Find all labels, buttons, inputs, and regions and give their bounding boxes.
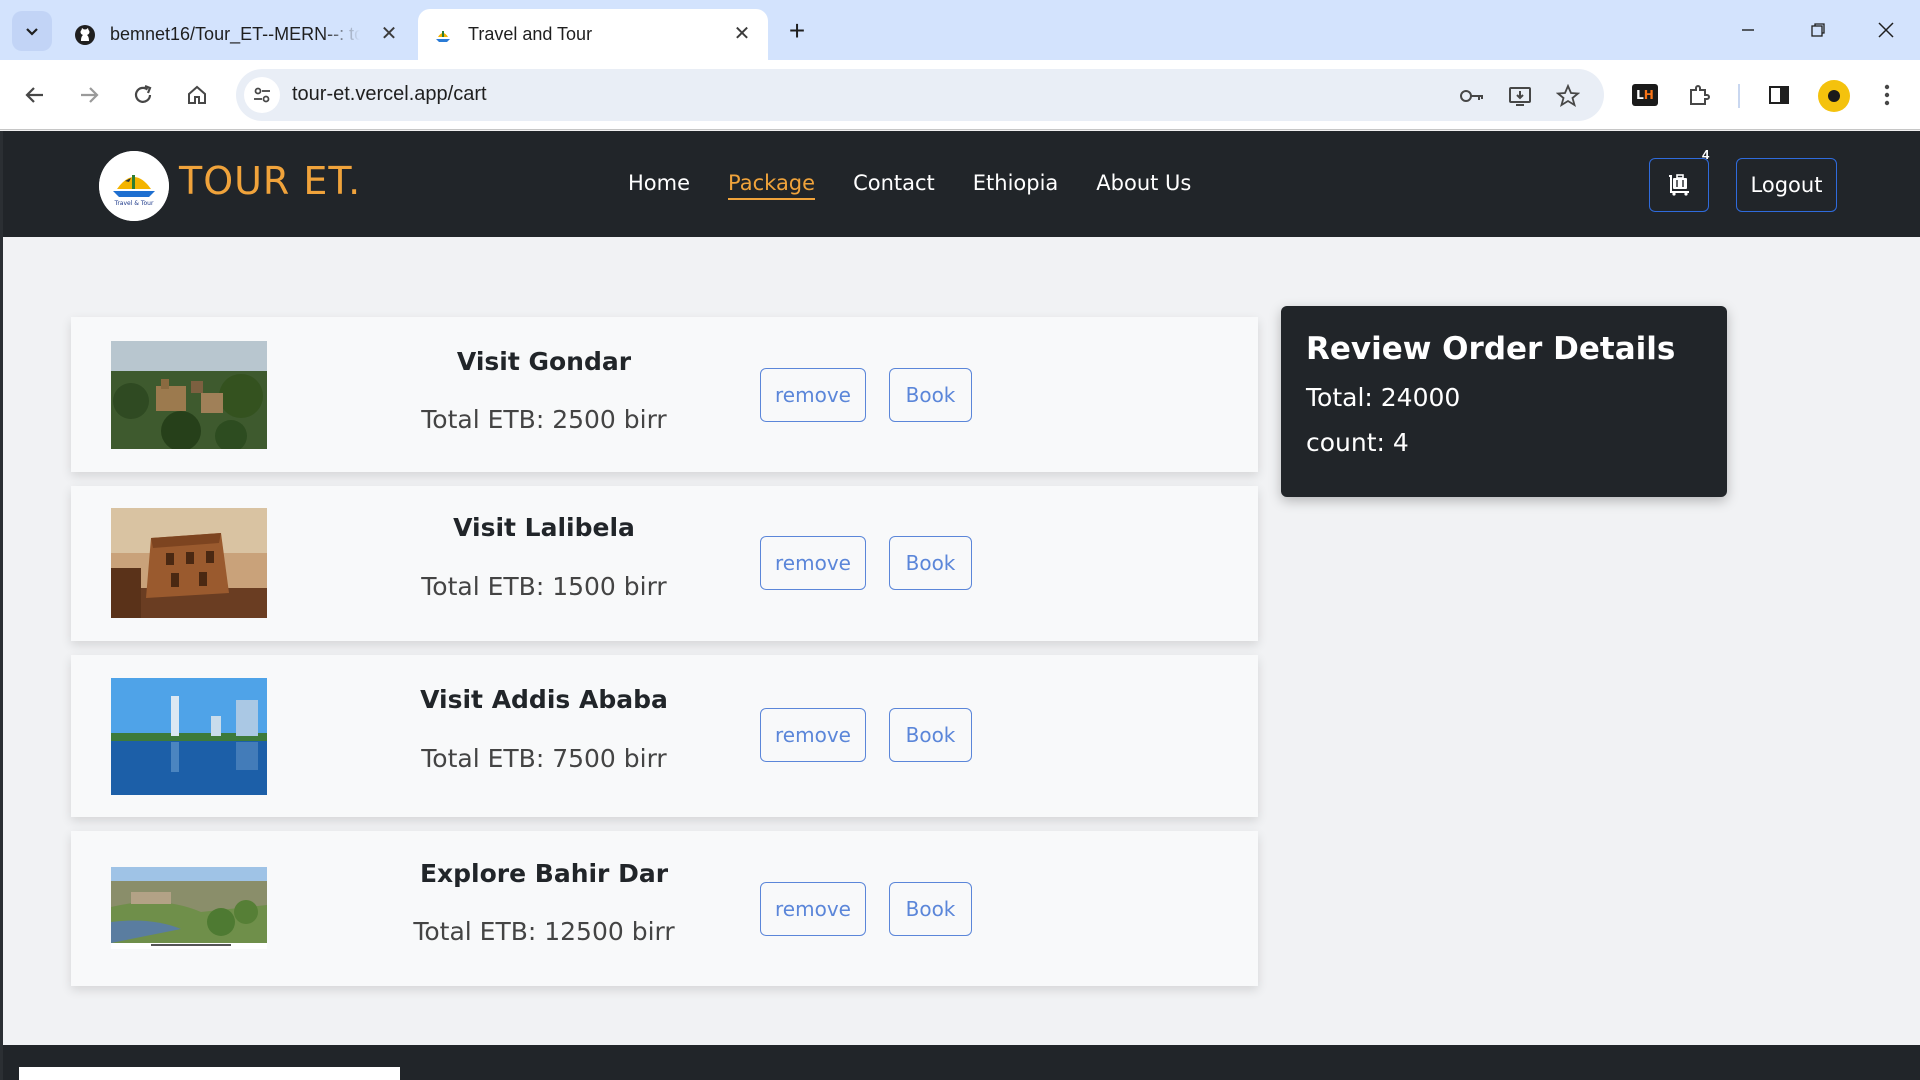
reload-icon[interactable] [124,76,162,114]
item-image-bahir-dar [111,867,267,949]
site-settings-icon[interactable] [244,77,280,113]
remove-button[interactable]: remove [760,368,866,422]
tab-travel-and-tour[interactable]: Travel and Tour ✕ [418,9,768,60]
nav-ethiopia[interactable]: Ethiopia [973,171,1059,200]
chevron-down-icon [26,28,38,36]
new-tab-button[interactable]: + [780,14,814,48]
order-total: Total: 24000 [1306,383,1461,412]
nav-about-us[interactable]: About Us [1096,171,1191,200]
profile-avatar-icon[interactable] [1818,80,1850,112]
back-icon[interactable] [16,76,54,114]
nav-package[interactable]: Package [728,171,816,200]
web-page: Travel & Tour TOUR ET. Home Package Cont… [0,131,1920,1080]
cart-item: Visit Addis Ababa Total ETB: 7500 birr r… [71,655,1258,817]
site-logo[interactable]: Travel & Tour [99,151,169,221]
close-tab-icon[interactable]: ✕ [377,21,401,45]
forward-icon[interactable] [70,76,108,114]
lighthouse-extension-icon[interactable]: LH [1632,84,1658,106]
footer-input-box [19,1067,400,1080]
item-price: Total ETB: 12500 birr [413,917,675,946]
cart-item: Visit Gondar Total ETB: 2500 birr remove… [71,317,1258,472]
item-image-gondar [111,341,267,449]
address-bar[interactable]: tour-et.vercel.app/cart [236,69,1604,121]
nav-contact[interactable]: Contact [853,171,935,200]
extensions-puzzle-icon[interactable] [1680,76,1718,114]
cart-item: Explore Bahir Dar Total ETB: 12500 birr … [71,831,1258,986]
github-icon [74,24,96,46]
bookmark-star-icon[interactable] [1554,82,1582,110]
restore-icon[interactable] [1794,10,1842,50]
main-nav: Home Package Contact Ethiopia About Us [628,171,1191,200]
cart-button[interactable] [1649,158,1709,212]
item-title: Visit Lalibela [453,513,635,542]
svg-text:Travel & Tour: Travel & Tour [114,200,154,207]
site-favicon-icon [432,24,454,46]
book-button[interactable]: Book [889,882,972,936]
remove-button[interactable]: remove [760,882,866,936]
book-button[interactable]: Book [889,708,972,762]
item-image-addis-ababa [111,678,267,795]
tab-title: Travel and Tour [468,24,593,44]
item-price: Total ETB: 1500 birr [421,572,667,601]
tab-title: bemnet16/Tour_ET--MERN--: to [110,24,360,44]
item-image-lalibela [111,508,267,618]
item-price: Total ETB: 7500 birr [421,744,667,773]
travel-logo-icon: Travel & Tour [99,151,169,221]
luggage-cart-icon [1669,174,1689,196]
site-footer [3,1045,1920,1080]
tab-github[interactable]: bemnet16/Tour_ET--MERN--: to ✕ [60,9,415,60]
more-menu-icon[interactable] [1868,76,1906,114]
close-window-icon[interactable] [1862,10,1910,50]
book-button[interactable]: Book [889,368,972,422]
order-count: count: 4 [1306,428,1409,457]
item-title: Explore Bahir Dar [419,859,669,888]
nav-home[interactable]: Home [628,171,690,200]
logout-button[interactable]: Logout [1736,158,1837,212]
install-app-icon[interactable] [1506,82,1534,110]
review-order-panel: Review Order Details Total: 24000 count:… [1281,306,1727,497]
side-panel-icon[interactable] [1760,76,1798,114]
item-title: Visit Addis Ababa [420,685,668,714]
item-title: Visit Gondar [456,347,632,376]
home-icon[interactable] [178,76,216,114]
remove-button[interactable]: remove [760,536,866,590]
book-button[interactable]: Book [889,536,972,590]
remove-button[interactable]: remove [760,708,866,762]
password-key-icon[interactable] [1458,82,1486,110]
cart-item: Visit Lalibela Total ETB: 1500 birr remo… [71,486,1258,641]
close-tab-icon[interactable]: ✕ [730,21,754,45]
url-text: tour-et.vercel.app/cart [292,83,487,105]
tab-search-button[interactable] [12,11,52,51]
site-navbar: Travel & Tour TOUR ET. Home Package Cont… [3,131,1920,237]
browser-tabbar: bemnet16/Tour_ET--MERN--: to ✕ Travel an… [0,0,1920,60]
review-heading: Review Order Details [1306,331,1676,367]
brand-name[interactable]: TOUR ET. [179,159,361,203]
cart-count-badge: 4 [1702,147,1710,162]
minimize-icon[interactable] [1724,10,1772,50]
browser-toolbar: tour-et.vercel.app/cart LH [0,60,1920,130]
item-price: Total ETB: 2500 birr [421,405,667,434]
toolbar-separator [1738,84,1740,108]
